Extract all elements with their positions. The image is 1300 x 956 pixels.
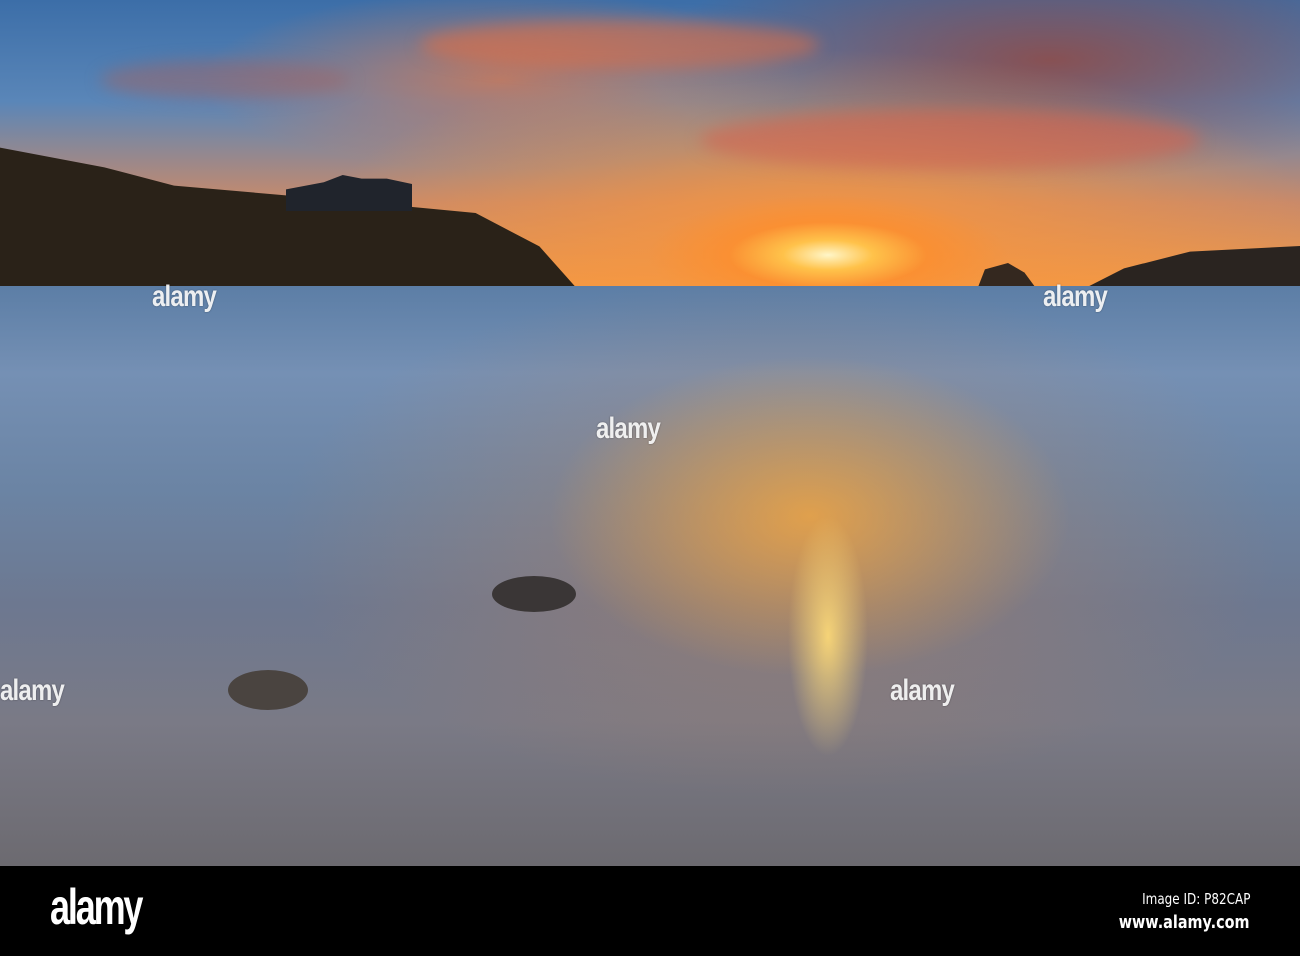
image-id: Image ID: P82CAP (1141, 890, 1250, 908)
watermark: alamy (1043, 280, 1108, 313)
watermark: alamy (890, 674, 955, 707)
watermark: alamy (0, 674, 65, 707)
cloud (100, 60, 350, 100)
watermark: alamy (152, 280, 217, 313)
footer-bar: alamy Image ID: P82CAP www.alamy.com (0, 866, 1300, 956)
cloud (700, 110, 1200, 170)
beach-stone (228, 670, 308, 710)
cloud (420, 20, 820, 70)
beach-sunset-photo: alamy alamy alamy alamy alamy (0, 0, 1300, 866)
wet-sand-and-sea (0, 286, 1300, 866)
beach-stone (492, 576, 576, 612)
site-url: www.alamy.com (1119, 912, 1250, 933)
watermark: alamy (596, 412, 661, 445)
alamy-logo: alamy (50, 879, 143, 935)
